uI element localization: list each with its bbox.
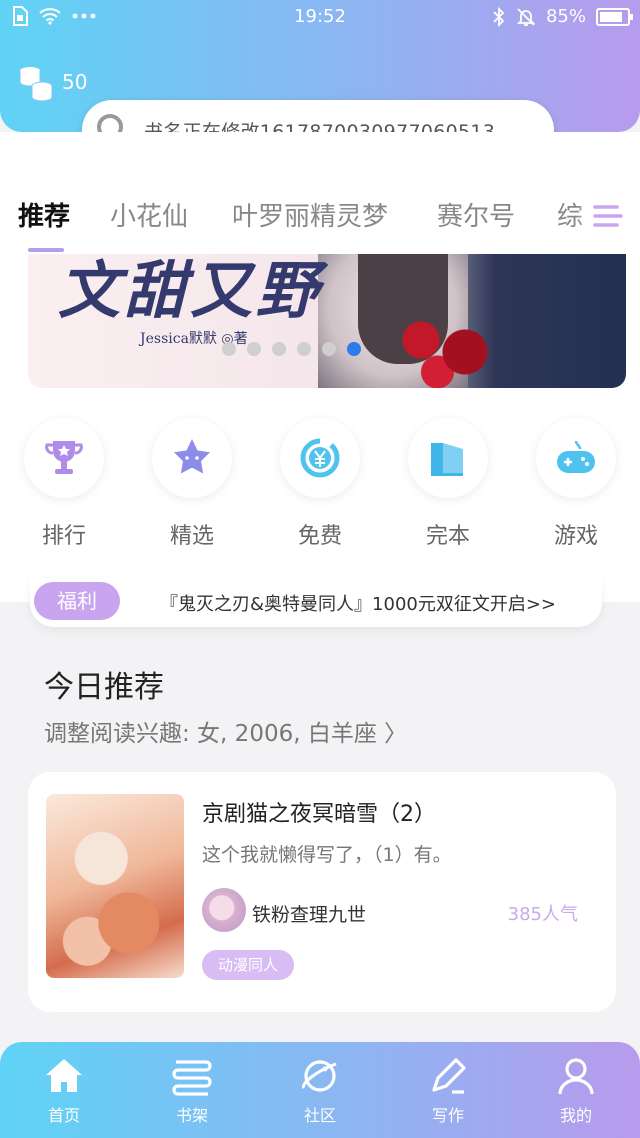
- coin-count: 50: [62, 70, 88, 94]
- nav-community[interactable]: 社区: [280, 1054, 360, 1126]
- category-grid: 排行 精选 免费 完本 游戏: [0, 418, 640, 568]
- book-card[interactable]: 京剧猫之夜冥暗雪（2） 这个我就懒得写了，（1）有。 铁粉查理九世 385人气 …: [28, 772, 616, 1012]
- star-icon: [174, 439, 210, 474]
- category-free[interactable]: 免费: [280, 418, 360, 550]
- banner-pagination: [222, 342, 361, 356]
- home-icon: [46, 1059, 82, 1092]
- nav-home[interactable]: 首页: [24, 1054, 104, 1126]
- bookshelf-icon: [172, 1060, 212, 1096]
- battery-icon: [596, 7, 633, 26]
- nav-label: 写作: [431, 1106, 464, 1125]
- book-icon: [431, 443, 463, 476]
- category-ranking[interactable]: 排行: [24, 418, 104, 550]
- banner-dot[interactable]: [322, 342, 336, 356]
- nav-bookshelf[interactable]: 书架: [152, 1054, 232, 1126]
- banner-dot[interactable]: [347, 342, 361, 356]
- nav-label: 首页: [47, 1106, 80, 1125]
- category-label: 排行: [41, 524, 86, 549]
- welfare-tag: 福利: [34, 582, 120, 620]
- section-title: 今日推荐: [44, 670, 164, 705]
- gamepad-icon: [557, 440, 595, 473]
- battery-fill: [600, 11, 623, 22]
- tab-saierhao[interactable]: 赛尔号: [437, 196, 515, 233]
- nav-label: 书架: [175, 1106, 208, 1125]
- tab-xiaohuaxian[interactable]: 小花仙: [110, 196, 188, 233]
- book-description: 这个我就懒得写了，（1）有。: [202, 844, 452, 866]
- bluetooth-icon: [493, 6, 505, 27]
- category-tabs: 推荐 小花仙 叶罗丽精灵梦 赛尔号 综: [0, 188, 640, 248]
- banner-dot[interactable]: [222, 342, 236, 356]
- yen-coin-icon: [300, 438, 340, 478]
- book-title: 京剧猫之夜冥暗雪（2）: [202, 802, 436, 827]
- popularity-count: 385人气: [507, 904, 578, 925]
- user-icon: [558, 1058, 594, 1095]
- coin-balance[interactable]: 50: [16, 62, 87, 102]
- battery-percent: 85%: [545, 6, 586, 27]
- tab-recommend[interactable]: 推荐: [18, 196, 70, 233]
- category-label: 完本: [425, 524, 470, 549]
- category-featured[interactable]: 精选: [152, 418, 232, 550]
- banner-dot[interactable]: [297, 342, 311, 356]
- bottom-navigation: 首页 书架 社区 写作 我的: [0, 1042, 640, 1138]
- mute-bell-icon: [516, 7, 536, 26]
- category-label: 免费: [297, 524, 342, 549]
- coin-stack-icon: [19, 67, 53, 102]
- banner-title: 文甜又野: [58, 254, 323, 327]
- welfare-notice[interactable]: 福利 『鬼灭之刃&奥特曼同人』1000元双征文开启>>: [30, 577, 602, 627]
- promo-banner[interactable]: 文甜又野 Jessica默默 ◎著: [28, 254, 626, 388]
- pen-icon: [432, 1058, 466, 1094]
- nav-profile[interactable]: 我的: [536, 1054, 616, 1126]
- category-label: 精选: [169, 524, 214, 549]
- menu-icon: [593, 205, 623, 227]
- status-bar: 19:52 85%: [0, 0, 640, 34]
- author-name[interactable]: 铁粉查理九世: [252, 900, 366, 927]
- banner-roses: [388, 308, 498, 388]
- planet-icon: [301, 1060, 337, 1092]
- reading-interest-link[interactable]: 调整阅读兴趣: 女, 2006, 白羊座 〉: [44, 714, 407, 748]
- category-label: 游戏: [553, 524, 598, 549]
- tab-yeluoli[interactable]: 叶罗丽精灵梦: [232, 196, 388, 233]
- tab-menu-button[interactable]: [576, 188, 640, 244]
- book-cover[interactable]: [46, 794, 184, 978]
- banner-dot[interactable]: [247, 342, 261, 356]
- nav-label: 社区: [303, 1106, 336, 1125]
- category-games[interactable]: 游戏: [536, 418, 616, 550]
- tab-active-indicator: [28, 248, 64, 252]
- notice-text: 『鬼灭之刃&奥特曼同人』1000元双征文开启>>: [160, 594, 557, 615]
- avatar[interactable]: [202, 888, 246, 932]
- nav-write[interactable]: 写作: [408, 1054, 488, 1126]
- nav-label: 我的: [559, 1106, 592, 1125]
- genre-tag[interactable]: 动漫同人: [202, 950, 295, 980]
- trophy-icon: [45, 441, 83, 474]
- category-completed[interactable]: 完本: [408, 418, 488, 550]
- banner-dot[interactable]: [272, 342, 286, 356]
